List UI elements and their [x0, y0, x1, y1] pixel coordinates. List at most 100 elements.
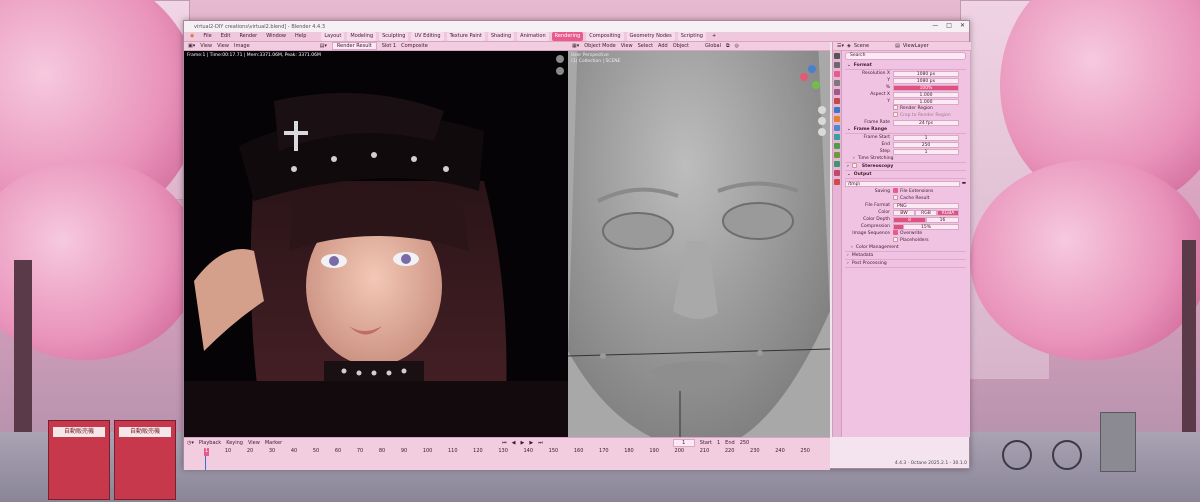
image-browse-icon[interactable]: ▤▾	[320, 43, 327, 49]
tab-scripting[interactable]: Scripting	[677, 32, 706, 41]
playhead[interactable]	[205, 456, 206, 470]
menu-view[interactable]: View	[248, 440, 260, 446]
menu-view[interactable]: View	[621, 43, 633, 49]
tab-sculpting[interactable]: Sculpting	[379, 32, 409, 41]
checkbox-icon[interactable]	[851, 163, 859, 170]
menu-marker[interactable]: Marker	[265, 440, 282, 446]
menu-edit[interactable]: Edit	[218, 32, 234, 41]
properties-search-input[interactable]: Search	[845, 52, 966, 60]
tab-layout[interactable]: Layout	[321, 32, 345, 41]
data-tab-icon[interactable]	[834, 161, 840, 167]
depth-8-button[interactable]: 8	[893, 216, 926, 223]
axis-gizmo-x[interactable]	[800, 73, 808, 81]
menu-add[interactable]: Add	[658, 43, 668, 49]
editor-type-icon[interactable]: ▣▾	[188, 43, 195, 49]
end-field[interactable]: 250	[740, 440, 750, 446]
tab-compositing[interactable]: Compositing	[586, 32, 624, 41]
menu-select[interactable]: Select	[638, 43, 653, 49]
slot-dropdown[interactable]: Slot 1	[382, 43, 396, 49]
render-tab-icon[interactable]	[834, 62, 840, 68]
overwrite-checkbox[interactable]	[893, 230, 900, 237]
resolution-x-field[interactable]: 1080 px	[893, 70, 959, 77]
menu-keying[interactable]: Keying	[226, 440, 243, 446]
menu-view[interactable]: View	[200, 43, 212, 49]
frame-step-field[interactable]: 1	[893, 148, 959, 155]
time-stretching-section-header[interactable]: › Time Stretching	[845, 155, 966, 163]
object-tab-icon[interactable]	[834, 116, 840, 122]
axis-gizmo-y[interactable]	[812, 81, 820, 89]
resolution-y-field[interactable]: 1080 px	[893, 77, 959, 84]
texture-tab-icon[interactable]	[834, 179, 840, 185]
tool-tab-icon[interactable]	[834, 53, 840, 59]
render-result-image[interactable]: Frame:1 | Time:00:17.71 | Mem:3371.06M, …	[184, 51, 568, 437]
view-layer-name[interactable]: ViewLayer	[903, 43, 929, 49]
tab-shading[interactable]: Shading	[487, 32, 515, 41]
tab-geometry-nodes[interactable]: Geometry Nodes	[626, 32, 675, 41]
menu-playback[interactable]: Playback	[199, 440, 221, 446]
file-format-dropdown[interactable]: PNG	[893, 202, 959, 209]
output-path-field[interactable]: /tmp\	[845, 180, 960, 187]
menu-object[interactable]: Object	[673, 43, 689, 49]
frame-end-field[interactable]: 250	[893, 141, 959, 148]
pan-icon[interactable]	[818, 117, 826, 125]
tab-animation[interactable]: Animation	[517, 32, 549, 41]
stereoscopy-section-header[interactable]: › Stereoscopy	[845, 163, 966, 171]
aspect-x-field[interactable]: 1.000	[893, 91, 959, 98]
menu-window[interactable]: Window	[263, 32, 289, 41]
render-result-field[interactable]: Render Result	[331, 42, 377, 50]
next-key-icon[interactable]: ▶	[529, 440, 533, 446]
snap-icon[interactable]: ⧉	[726, 43, 730, 49]
output-section-header[interactable]: ⌄ Output	[845, 171, 966, 179]
output-tab-icon[interactable]	[834, 71, 840, 77]
constraints-tab-icon[interactable]	[834, 152, 840, 158]
tab-rendering[interactable]: Rendering	[551, 32, 584, 41]
world-tab-icon[interactable]	[834, 98, 840, 104]
collection-tab-icon[interactable]	[834, 107, 840, 113]
scene-name[interactable]: Scene	[854, 43, 869, 49]
resolution-pct-slider[interactable]: 100%	[893, 84, 959, 91]
zoom-icon[interactable]	[556, 55, 564, 63]
3d-viewport[interactable]: User Perspective (1) Collection | SCENE	[568, 51, 830, 437]
frame-start-field[interactable]: 1	[893, 134, 959, 141]
timeline-ruler[interactable]: 1 10 20 30 40 50 60 70 80 90 100 110 120…	[204, 448, 810, 456]
depth-16-button[interactable]: 16	[926, 216, 959, 223]
prev-key-icon[interactable]: ◀	[512, 440, 516, 446]
cache-result-checkbox[interactable]	[893, 195, 900, 202]
frame-rate-dropdown[interactable]: 24 fps	[893, 119, 959, 126]
axis-gizmo-z[interactable]	[808, 65, 816, 73]
minimize-button[interactable]: —	[932, 22, 938, 29]
scene-tab-icon[interactable]	[834, 89, 840, 95]
frame-range-section-header[interactable]: ⌄ Frame Range	[845, 126, 966, 134]
properties-editor-icon[interactable]: ☰▾	[837, 43, 844, 49]
transform-orientation-dropdown[interactable]: Global	[705, 43, 721, 49]
color-bw-button[interactable]: BW	[893, 209, 915, 216]
current-frame-field[interactable]: 1	[672, 438, 695, 447]
modifier-tab-icon[interactable]	[834, 125, 840, 131]
proportional-edit-icon[interactable]: ◎	[735, 43, 739, 49]
jump-end-icon[interactable]: ⏭	[538, 440, 543, 446]
menu-image[interactable]: Image	[234, 43, 250, 49]
jump-start-icon[interactable]: ⏮	[502, 440, 507, 446]
particles-tab-icon[interactable]	[834, 134, 840, 140]
camera-view-icon[interactable]	[818, 128, 826, 136]
placeholders-checkbox[interactable]	[893, 237, 900, 244]
compression-slider[interactable]: 15%	[893, 223, 959, 230]
menu-render[interactable]: Render	[236, 32, 260, 41]
physics-tab-icon[interactable]	[834, 143, 840, 149]
timeline-editor-icon[interactable]: ◷▾	[187, 440, 194, 446]
material-tab-icon[interactable]	[834, 170, 840, 176]
tab-modeling[interactable]: Modeling	[347, 32, 377, 41]
viewport-editor-icon[interactable]: ▦▾	[572, 43, 579, 49]
layer-dropdown[interactable]: Composite	[401, 43, 428, 49]
format-section-header[interactable]: ⌄ Format	[845, 62, 966, 70]
metadata-section-header[interactable]: › Metadata	[845, 252, 966, 260]
play-icon[interactable]: ▶	[521, 440, 525, 446]
zoom-icon[interactable]	[818, 106, 826, 114]
folder-icon[interactable]: ▬	[962, 181, 966, 186]
blender-logo-icon[interactable]: ◉	[187, 32, 197, 41]
menu-help[interactable]: Help	[292, 32, 309, 41]
crop-checkbox[interactable]	[893, 112, 900, 119]
view-layer-tab-icon[interactable]	[834, 80, 840, 86]
tab-texture-paint[interactable]: Texture Paint	[446, 32, 485, 41]
render-region-checkbox[interactable]	[893, 105, 900, 112]
